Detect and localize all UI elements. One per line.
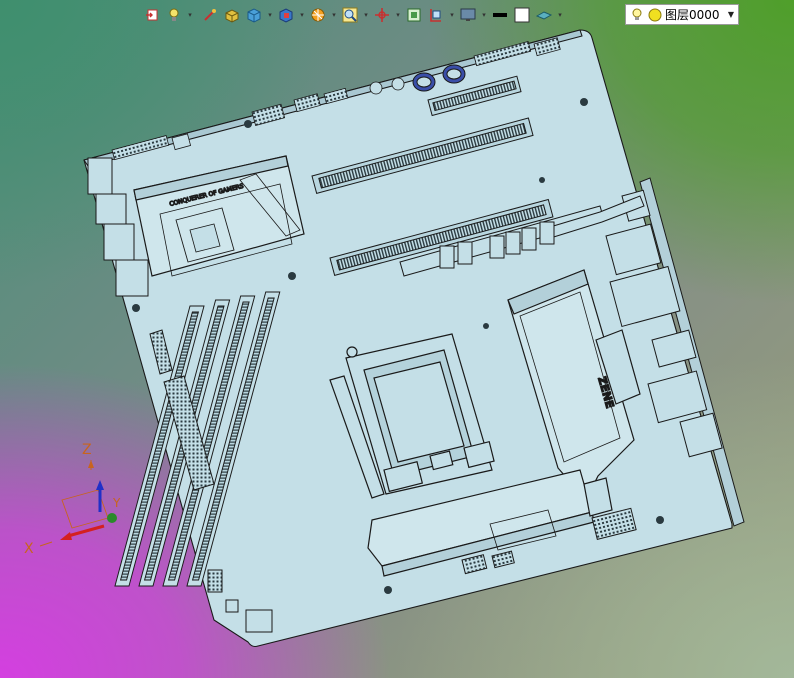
view-orientation-button[interactable]: [276, 4, 296, 26]
render-box-button[interactable]: [222, 4, 242, 26]
section-button[interactable]: [426, 4, 446, 26]
view-toolbar: ▾ ▾ ▾ ▾ ▾ ▾ ▾ ▾ ▾: [142, 3, 564, 27]
view-orientation-dropdown[interactable]: ▾: [298, 4, 306, 26]
plane-icon: [536, 11, 552, 20]
origin-button[interactable]: [372, 4, 392, 26]
3d-viewport[interactable]: CONQUERER OF GAMERS ZENE Z X Y ▾ ▾ ▾ ▾ ▾…: [0, 0, 794, 678]
exit-sketch-button[interactable]: [142, 4, 162, 26]
render-box-icon: [225, 9, 239, 23]
fit-button[interactable]: [404, 4, 424, 26]
layer-dropdown-icon[interactable]: ▼: [724, 10, 738, 19]
layer-color-icon[interactable]: [648, 8, 662, 22]
fill-color-icon: [514, 7, 530, 23]
display-style-icon: [311, 8, 325, 22]
view-orientation-icon: [279, 8, 293, 23]
axis-z-label: Z: [82, 442, 92, 458]
line-color-button[interactable]: [490, 4, 510, 26]
origin-dropdown[interactable]: ▾: [394, 4, 402, 26]
axis-x-ext: [39, 541, 53, 547]
monitor-icon: [460, 8, 476, 21]
plane-button[interactable]: [534, 4, 554, 26]
view-cube-icon: [247, 8, 261, 23]
axis-z-tip-icon: [88, 460, 94, 468]
axis-y-label: Y: [112, 496, 121, 510]
axis-x-label: X: [24, 541, 34, 557]
layer-selector[interactable]: 图层0000 ▼: [625, 4, 739, 25]
zoom-button[interactable]: [340, 4, 360, 26]
smart-pick-button[interactable]: [200, 4, 220, 26]
zoom-dropdown[interactable]: ▾: [362, 4, 370, 26]
layer-name: 图层0000: [665, 8, 720, 22]
origin-icon: [375, 8, 389, 22]
light-bulb-dropdown[interactable]: ▾: [186, 4, 194, 26]
display-style-dropdown[interactable]: ▾: [330, 4, 338, 26]
monitor-dropdown[interactable]: ▾: [480, 4, 488, 26]
exit-sketch-icon: [146, 9, 158, 21]
axis-z-arrow-icon: [96, 480, 104, 490]
line-color-icon: [493, 13, 507, 17]
section-dropdown[interactable]: ▾: [448, 4, 456, 26]
axis-x-arrow-icon: [60, 532, 72, 540]
plane-dropdown[interactable]: ▾: [556, 4, 564, 26]
display-style-button[interactable]: [308, 4, 328, 26]
zoom-icon: [342, 7, 358, 23]
coordinate-triad: Z X Y: [24, 442, 121, 557]
smart-pick-icon: [204, 9, 216, 21]
view-cube-button[interactable]: [244, 4, 264, 26]
view-cube-dropdown[interactable]: ▾: [266, 4, 274, 26]
fill-color-button[interactable]: [512, 4, 532, 26]
light-bulb-icon: [169, 8, 179, 21]
fit-icon: [407, 8, 421, 22]
light-bulb-button[interactable]: [164, 4, 184, 26]
axis-y-ball-icon: [107, 513, 117, 523]
layer-visible-icon[interactable]: [630, 8, 644, 22]
section-icon: [430, 9, 441, 22]
monitor-button[interactable]: [458, 4, 478, 26]
